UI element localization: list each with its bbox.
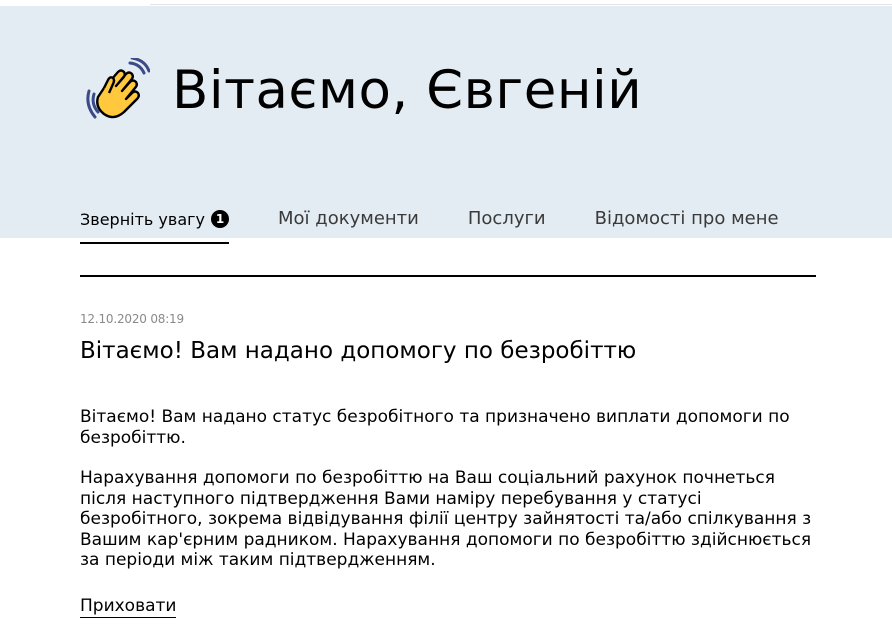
message-title: Вітаємо! Вам надано допомогу по безробіт… — [80, 338, 637, 364]
tab-about-me-label: Відомості про мене — [594, 208, 779, 229]
top-border-line — [150, 4, 892, 5]
message-paragraph-1: Вітаємо! Вам надано статус безробітного … — [80, 407, 790, 448]
divider — [80, 275, 816, 277]
greeting-title: Вітаємо, Євгеній — [172, 59, 643, 121]
tab-my-documents[interactable]: Мої документи — [278, 202, 419, 244]
tab-bar: Зверніть увагу 1 Мої документи Послуги В… — [80, 202, 828, 244]
tab-attention-label: Зверніть увагу — [80, 210, 206, 229]
tab-my-documents-label: Мої документи — [278, 208, 419, 229]
greeting: Вітаємо, Євгеній — [86, 54, 642, 126]
message-timestamp: 12.10.2020 08:19 — [80, 312, 184, 326]
tab-services[interactable]: Послуги — [468, 202, 546, 244]
message-paragraph-2: Нарахування допомоги по безробіттю на Ва… — [80, 468, 812, 570]
header: Вітаємо, Євгеній Зверніть увагу 1 Мої до… — [0, 6, 892, 244]
waving-hand-icon — [86, 58, 150, 119]
tab-attention[interactable]: Зверніть увагу 1 — [80, 202, 230, 244]
hide-link[interactable]: Приховати — [80, 596, 177, 618]
tab-about-me[interactable]: Відомості про мене — [595, 202, 779, 244]
tab-services-label: Послуги — [467, 208, 546, 229]
notification-badge: 1 — [211, 210, 230, 228]
